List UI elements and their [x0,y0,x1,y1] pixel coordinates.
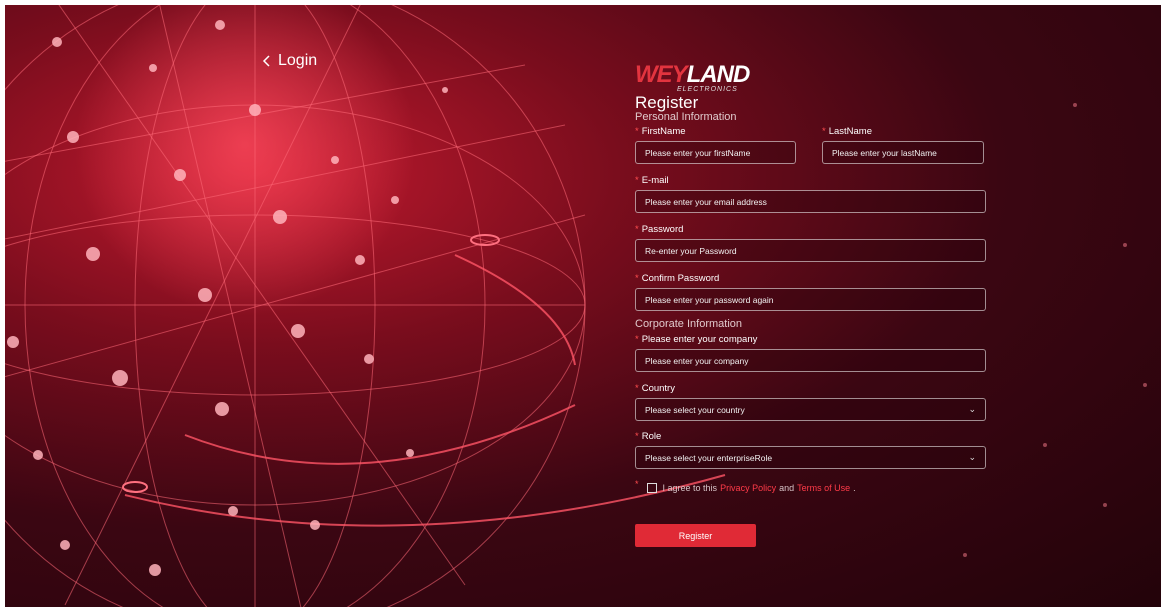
required-mark: * [635,126,639,137]
back-to-login-link[interactable]: Login [262,52,317,70]
required-mark: * [635,334,639,345]
logo-wordmark: WEYLAND [635,61,751,88]
agreement-and: and [779,483,795,493]
password-input[interactable]: Re-enter your Password [635,239,986,262]
logo-wordmark-part2: LAND [686,61,751,88]
chevron-down-icon: ⌄ [968,404,976,414]
country-select[interactable]: Please select your country ⌄ [635,398,986,421]
back-link-label: Login [278,52,318,69]
required-mark: * [635,479,639,489]
company-input[interactable]: Please enter your company [635,349,986,372]
country-label: * Country [635,383,675,394]
required-mark: * [635,383,639,394]
chevron-left-icon [262,55,270,67]
role-label: * Role [635,431,662,442]
logo-wordmark-part1: WEY [635,61,688,88]
required-mark: * [635,431,639,442]
required-mark: * [635,175,639,186]
corporate-section-heading: Corporate Information [635,318,742,330]
privacy-policy-link[interactable]: Privacy Policy [720,483,776,493]
background-stage: Login WEYLAND ELECTRONICS Register Perso… [5,5,1161,607]
role-select[interactable]: Please select your enterpriseRole ⌄ [635,446,986,469]
email-label: * E-mail [635,175,669,186]
register-button[interactable]: Register [635,524,756,547]
required-mark: * [635,273,639,284]
email-input[interactable]: Please enter your email address [635,190,986,213]
confirm-password-label: * Confirm Password [635,273,720,284]
page-title: Register [635,93,699,112]
last-name-input[interactable]: Please enter your lastName [822,141,984,164]
globe-background-illustration [5,5,1147,607]
required-mark: * [822,126,826,137]
confirm-password-input[interactable]: Please enter your password again [635,288,986,311]
personal-section-heading: Personal Information [635,111,737,123]
agreement-row: * I agree to this Privacy Policy and Ter… [635,479,856,493]
first-name-label: * FirstName [635,126,686,137]
agreement-prefix: I agree to this [662,483,718,493]
terms-of-use-link[interactable]: Terms of Use [797,483,850,493]
first-name-input[interactable]: Please enter your firstName [635,141,796,164]
chevron-down-icon: ⌄ [968,452,976,462]
logo-subtitle: ELECTRONICS [677,86,738,93]
last-name-label: * LastName [822,126,873,137]
agree-checkbox[interactable] [646,483,657,493]
agreement-suffix: . [853,483,856,493]
password-label: * Password [635,224,684,235]
required-mark: * [635,224,639,235]
company-label: * Please enter your company [635,334,758,345]
